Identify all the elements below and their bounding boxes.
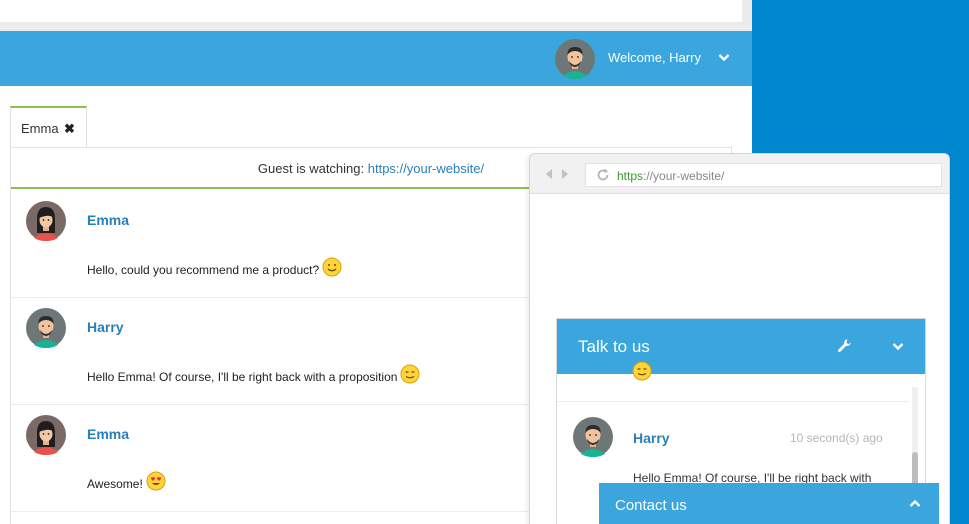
back-forward-icon[interactable]: [545, 168, 571, 180]
harry-avatar[interactable]: [555, 39, 595, 79]
wrench-icon[interactable]: [837, 338, 853, 354]
wink-emoji-icon: [400, 364, 420, 384]
heart-eyes-emoji-icon: [146, 471, 166, 491]
chevron-down-icon[interactable]: [892, 341, 904, 351]
message-timestamp: 10 second(s) ago: [790, 431, 883, 445]
chevron-down-icon[interactable]: [718, 52, 730, 62]
guest-url-link[interactable]: https://your-website/: [368, 161, 484, 176]
tab-label: Emma: [21, 121, 59, 136]
message-text: Hello, could you recommend me a product?: [87, 257, 342, 277]
guest-watching-label: Guest is watching:: [257, 161, 365, 176]
top-strip: [0, 0, 752, 31]
message-text: Awesome!: [87, 471, 166, 491]
browser-toolbar: https://your-website/: [530, 154, 949, 194]
chevron-up-icon[interactable]: [909, 499, 921, 509]
emma-avatar: [26, 415, 66, 455]
emma-avatar: [26, 201, 66, 241]
harry-avatar: [26, 308, 66, 348]
smile-emoji-icon: [322, 257, 342, 277]
message-body: Hello Emma! Of course, I'll be right bac…: [87, 370, 398, 384]
widget-header[interactable]: Talk to us: [557, 319, 925, 374]
message-author: Emma: [87, 212, 130, 228]
top-panel: [0, 0, 742, 22]
contact-us-label: Contact us: [615, 497, 687, 514]
wink-emoji-icon: [632, 361, 652, 381]
harry-avatar: [573, 417, 613, 457]
message-body: Hello, could you recommend me a product?: [87, 263, 320, 277]
refresh-icon[interactable]: [596, 168, 610, 182]
contact-us-bar[interactable]: Contact us: [599, 483, 939, 524]
message-text: Hello Emma! Of course, I'll be right bac…: [87, 364, 420, 384]
url-scheme: https: [617, 169, 644, 183]
url-rest: ://your-website/: [643, 169, 725, 183]
close-icon[interactable]: ✖: [64, 121, 75, 137]
app-header: Welcome, Harry: [0, 31, 752, 86]
message-body: Awesome!: [87, 477, 143, 491]
message-author: Harry: [87, 319, 124, 335]
welcome-text[interactable]: Welcome, Harry: [608, 50, 701, 65]
message-author: Harry: [633, 430, 670, 446]
message-author: Emma: [87, 426, 130, 442]
address-url: https://your-website/: [617, 169, 724, 183]
tab-emma[interactable]: Emma ✖: [10, 106, 87, 148]
divider: [557, 401, 909, 402]
widget-title: Talk to us: [578, 337, 650, 356]
address-bar[interactable]: https://your-website/: [585, 163, 942, 187]
